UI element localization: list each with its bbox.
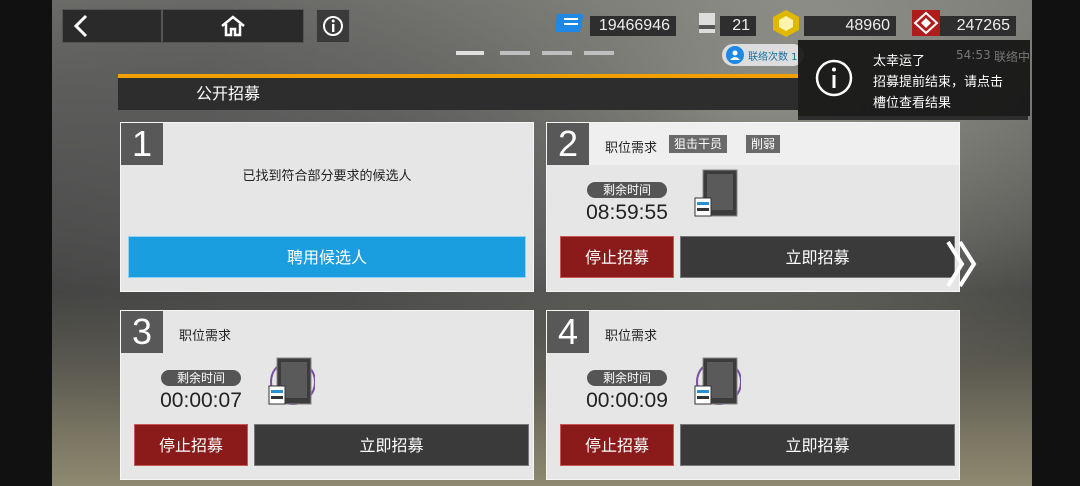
orundum-value: 247265: [940, 16, 1016, 36]
recruit-slot-2[interactable]: 2 职位需求 狙击干员 削弱 剩余时间 08:59:55 停止招募 立即招募: [546, 122, 960, 292]
expedite-recruit-button[interactable]: 立即招募: [680, 424, 955, 466]
stop-recruit-button[interactable]: 停止招募: [560, 424, 674, 466]
countdown-timer: 08:59:55: [586, 201, 668, 224]
user-icon: [726, 46, 744, 64]
expedite-recruit-button[interactable]: 立即招募: [680, 236, 955, 278]
remaining-time-label: 剩余时间: [587, 370, 667, 386]
slot-number: 4: [547, 311, 589, 353]
notification-line: 槽位查看结果: [873, 96, 952, 111]
stop-recruit-button[interactable]: 停止招募: [560, 236, 674, 278]
page-indicator: [500, 51, 530, 55]
left-letterbox: [0, 0, 52, 486]
recruit-slot-1[interactable]: 1 已找到符合部分要求的候选人 聘用候选人: [120, 122, 534, 292]
requirement-label: 职位需求: [179, 329, 232, 344]
page-indicator: [542, 51, 572, 55]
contact-timer-ghost: 54:53: [956, 48, 991, 62]
recruit-slot-4[interactable]: 4 职位需求 剩余时间 00:00:09 停止招募 立即招募: [546, 310, 960, 480]
info-icon: [323, 16, 343, 36]
notification-line: 招募提前结束，请点击: [873, 75, 1004, 90]
tag-sniper: 狙击干员: [669, 135, 728, 153]
tag-debuff: 削弱: [746, 135, 781, 153]
slot-number: 3: [121, 311, 163, 353]
countdown-timer: 00:00:07: [160, 389, 242, 412]
home-button[interactable]: [162, 9, 304, 43]
header-extension: [798, 116, 1028, 120]
contact-count-label: 联络次数 1: [748, 51, 798, 63]
expedite-recruit-button[interactable]: 立即招募: [254, 424, 529, 466]
recruit-slot-3[interactable]: 3 职位需求 剩余时间 00:00:07 停止招募 立即招募: [120, 310, 534, 480]
recruit-permit-icon: [694, 357, 741, 405]
back-button[interactable]: [62, 9, 162, 43]
candidate-found-text: 已找到符合部分要求的候选人: [242, 169, 412, 184]
double-chevron-right-icon[interactable]: [944, 238, 978, 290]
right-letterbox: [1032, 0, 1080, 486]
notification-title: 太幸运了: [873, 54, 926, 69]
info-circle-icon: [815, 59, 853, 97]
originium-prime-value: 19466946: [590, 16, 676, 36]
page-indicator: [584, 51, 614, 55]
slot-number: 2: [547, 123, 589, 165]
contact-count-badge: 联络次数 1: [722, 44, 804, 66]
recruit-permit-value: 21: [720, 16, 756, 36]
page-indicator-active: [456, 51, 484, 55]
page-title: 公开招募: [118, 78, 798, 110]
requirement-label: 职位需求: [605, 141, 658, 156]
countdown-timer: 00:00:09: [586, 389, 668, 412]
recruit-permit-icon: [268, 357, 315, 405]
info-button[interactable]: [316, 9, 350, 43]
remaining-time-label: 剩余时间: [587, 182, 667, 198]
stop-recruit-button[interactable]: 停止招募: [134, 424, 248, 466]
requirement-label: 职位需求: [605, 329, 658, 344]
originium-prime-icon: [555, 14, 584, 32]
home-icon: [221, 15, 245, 37]
notification-toast[interactable]: 太幸运了 招募提前结束，请点击 槽位查看结果 54:53 联络中: [798, 40, 1030, 116]
recruit-permit-icon: [694, 169, 738, 217]
chevron-left-icon: [73, 14, 88, 38]
lmd-value: 48960: [804, 16, 896, 36]
remaining-time-label: 剩余时间: [161, 370, 241, 386]
recruit-permit-icon: [699, 13, 715, 33]
orundum-icon: [912, 10, 940, 36]
slot-number: 1: [121, 123, 163, 165]
lmd-icon: [773, 10, 799, 37]
contact-status-ghost: 联络中: [994, 50, 1031, 64]
hire-candidate-button[interactable]: 聘用候选人: [128, 236, 526, 278]
